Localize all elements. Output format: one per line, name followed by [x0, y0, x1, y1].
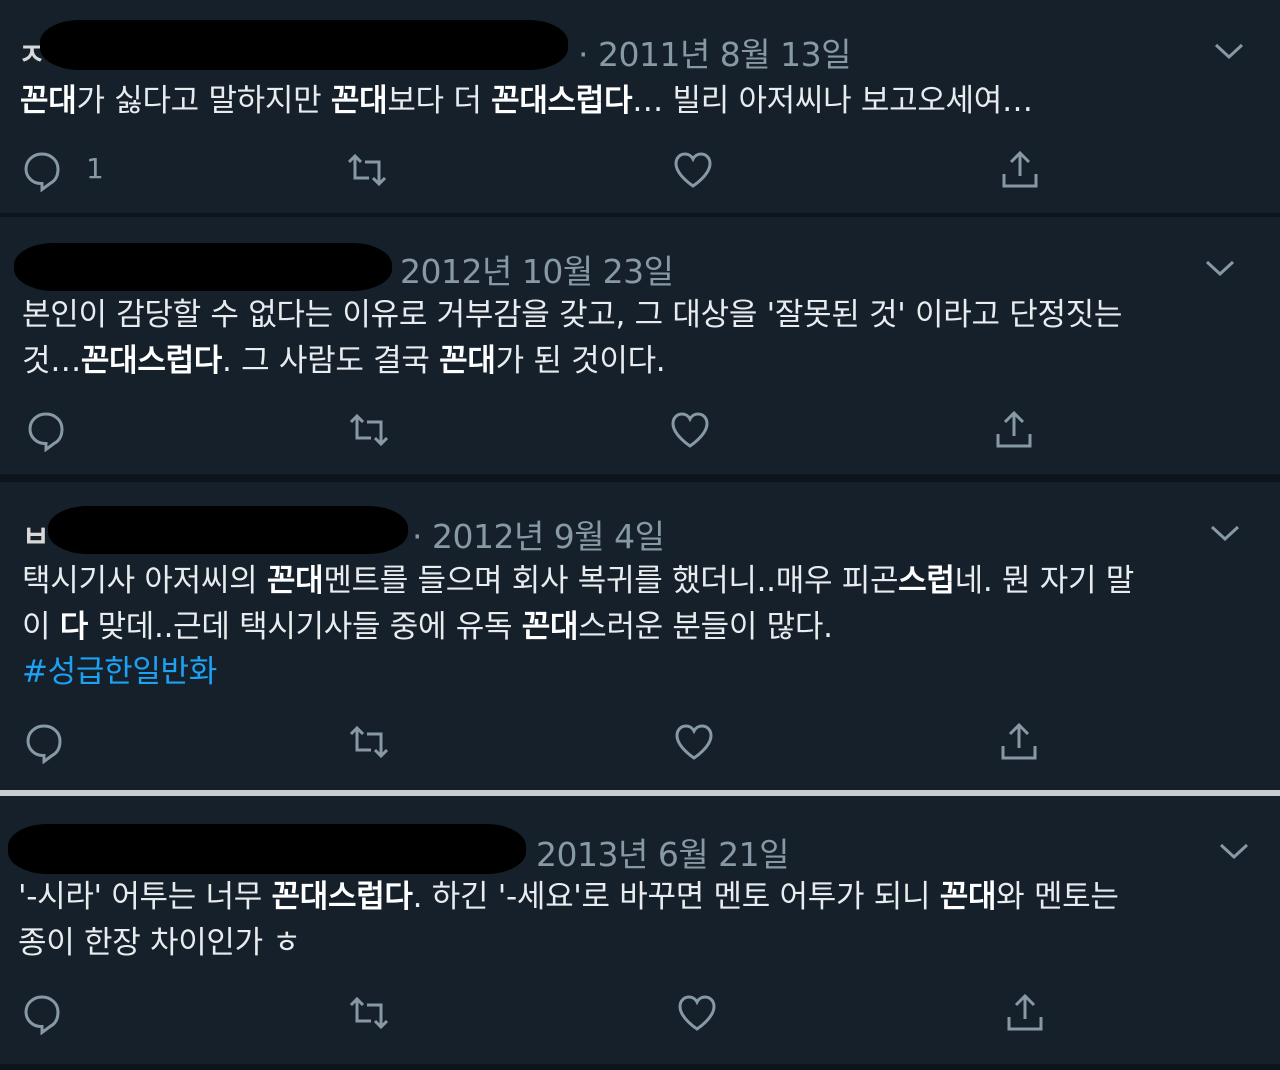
tweet-date[interactable]: 2013년 6월 21일	[536, 828, 790, 876]
retweet-icon	[349, 413, 389, 447]
text-run: '-시라' 어투는 너무	[18, 879, 272, 915]
reply-count: 1	[86, 152, 104, 185]
chevron-down-icon[interactable]	[1208, 522, 1242, 544]
chevron-down-icon[interactable]	[1203, 257, 1237, 279]
redacted-username	[8, 824, 526, 874]
text-run: 네. 뭔 자기 말	[954, 563, 1135, 599]
username-fragment: ㅂ	[22, 520, 50, 555]
highlighted-keyword: 스럽	[898, 563, 955, 599]
text-run: 택시기사 아저씨의	[22, 563, 267, 599]
redacted-username	[14, 243, 392, 291]
retweet-icon	[349, 996, 389, 1030]
highlighted-keyword: 꼰대	[439, 343, 496, 379]
like-icon	[675, 724, 713, 760]
like-icon	[674, 152, 712, 188]
divider	[0, 474, 1280, 482]
text-run: . 하긴 '-세요'로 바꾸면 멘토 어투가 되니	[412, 879, 940, 915]
redacted-username	[48, 506, 408, 554]
reply-button[interactable]	[24, 408, 68, 453]
highlighted-keyword: 꼰대	[330, 83, 388, 119]
reply-icon	[26, 724, 62, 765]
divider	[0, 1064, 1280, 1070]
like-button[interactable]	[671, 148, 715, 192]
highlighted-keyword: 꼰대스럽다	[80, 343, 223, 379]
tweet-text: 본인이 감당할 수 없다는 이유로 거부감을 갖고, 그 대상을 '잘못된 것'…	[22, 292, 1122, 338]
text-run: . 그 사람도 결국	[222, 343, 440, 379]
text-run: 가 된 것이다.	[495, 343, 666, 379]
text-run: 본인이 감당할 수 없다는 이유로 거부감을 갖고, 그 대상을 '잘못된 것'…	[22, 297, 1123, 333]
highlighted-keyword: 꼰대	[521, 609, 579, 645]
retweet-icon	[349, 725, 389, 759]
retweet-button[interactable]	[347, 720, 391, 764]
like-button[interactable]	[672, 720, 716, 764]
text-run: 와 멘토는	[996, 879, 1119, 915]
like-button[interactable]	[675, 991, 719, 1035]
tweet-text: 이 다 맞데..근데 택시기사들 중에 유독 꼰대스러운 분들이 많다.	[22, 604, 833, 650]
like-button[interactable]	[668, 408, 712, 452]
tweet-date[interactable]: 2012년 10월 23일	[400, 245, 674, 293]
tweet-1[interactable]: ㅈ · 2011년 8월 13일 꼰대가 싫다고 말하지만 꼰대보다 더 꼰대스…	[0, 0, 1280, 213]
tweet-4[interactable]: 2013년 6월 21일 '-시라' 어투는 너무 꼰대스럽다. 하긴 '-세요…	[0, 796, 1280, 1070]
text-run: … 빌리 아저씨나 보고오세여…	[632, 83, 1033, 119]
reply-icon	[28, 412, 64, 453]
text-run: 보다 더	[387, 83, 492, 119]
share-icon	[996, 410, 1032, 448]
reply-icon	[24, 995, 60, 1036]
retweet-icon	[347, 153, 387, 187]
highlighted-keyword: 다	[59, 609, 89, 645]
tweet-date[interactable]: · 2011년 8월 13일	[578, 28, 852, 76]
retweet-button[interactable]	[347, 408, 391, 452]
share-button[interactable]	[1003, 991, 1047, 1035]
share-button[interactable]	[998, 148, 1042, 192]
tweet-date[interactable]: · 2012년 9월 4일	[412, 510, 665, 558]
share-icon	[1007, 993, 1043, 1031]
reply-button[interactable]	[20, 991, 64, 1036]
tweet-text: 택시기사 아저씨의 꼰대멘트를 들으며 회사 복귀를 했더니..매우 피곤스럽네…	[22, 558, 1134, 604]
redacted-username	[40, 20, 568, 70]
text-run: 멘트를 들으며 회사 복귀를 했더니..매우 피곤	[323, 563, 899, 599]
tweet-text: 종이 한장 차이인가 ㅎ	[18, 920, 301, 966]
highlighted-keyword: 꼰대	[20, 83, 77, 119]
highlighted-keyword: 꼰대스럽다	[271, 879, 413, 915]
text-run: 가 싫다고 말하지만	[76, 83, 331, 119]
text-run: 종이 한장 차이인가 ㅎ	[18, 925, 301, 961]
text-run: 스러운 분들이 많다.	[578, 609, 833, 645]
like-icon	[678, 995, 716, 1031]
retweet-button[interactable]	[345, 148, 389, 192]
hashtag-link[interactable]: #성급한일반화	[22, 649, 217, 695]
highlighted-keyword: 꼰대	[939, 879, 997, 915]
text-run: 맞데..근데 택시기사들 중에 유독	[88, 609, 522, 645]
chevron-down-icon[interactable]	[1212, 40, 1246, 62]
share-button[interactable]	[997, 720, 1041, 764]
tweet-text: 것…꼰대스럽다. 그 사람도 결국 꼰대가 된 것이다.	[22, 338, 666, 384]
tweet-text: 꼰대가 싫다고 말하지만 꼰대보다 더 꼰대스럽다… 빌리 아저씨나 보고오세여…	[20, 78, 1033, 124]
retweet-button[interactable]	[347, 991, 391, 1035]
highlighted-keyword: 꼰대스럽다	[491, 83, 633, 119]
share-button[interactable]	[992, 408, 1036, 452]
text-run: 이	[22, 609, 60, 645]
like-icon	[671, 412, 709, 448]
chevron-down-icon[interactable]	[1217, 840, 1251, 862]
share-icon	[1001, 722, 1037, 760]
highlighted-keyword: 꼰대	[266, 563, 324, 599]
reply-icon	[24, 152, 60, 193]
share-icon	[1002, 150, 1038, 188]
tweet-3[interactable]: ㅂ · 2012년 9월 4일 택시기사 아저씨의 꼰대멘트를 들으며 회사 복…	[0, 482, 1280, 790]
reply-button[interactable]	[20, 148, 64, 193]
tweet-2[interactable]: 2012년 10월 23일 본인이 감당할 수 없다는 이유로 거부감을 갖고,…	[0, 217, 1280, 474]
tweet-text: '-시라' 어투는 너무 꼰대스럽다. 하긴 '-세요'로 바꾸면 멘토 어투가…	[18, 874, 1119, 920]
text-run: 것…	[22, 343, 81, 379]
reply-button[interactable]	[22, 720, 66, 765]
